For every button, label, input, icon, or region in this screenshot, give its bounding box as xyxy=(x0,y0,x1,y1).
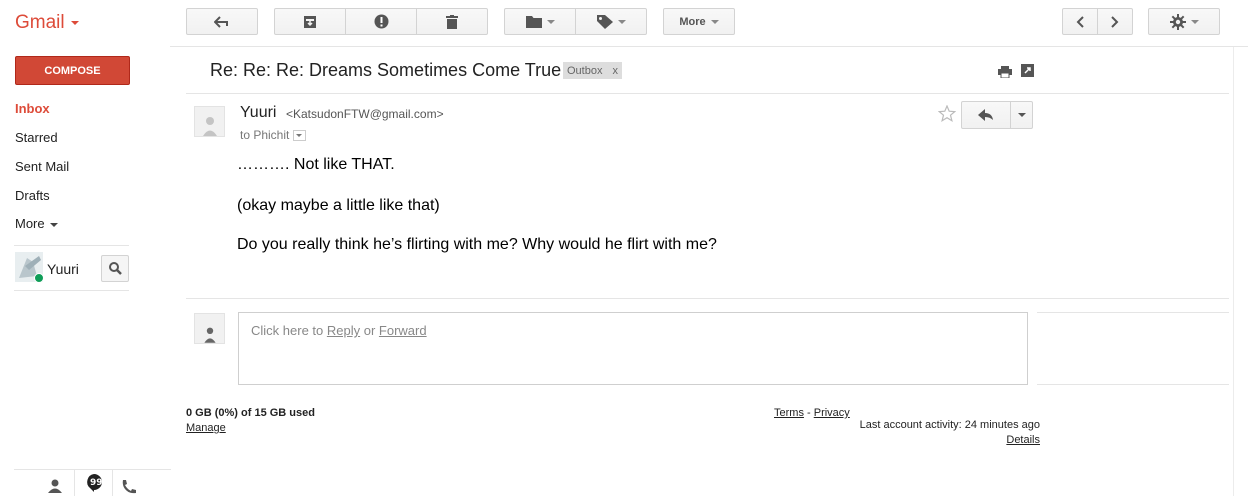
message-divider xyxy=(186,298,1229,299)
report-spam-icon xyxy=(374,14,388,29)
more-actions-button[interactable]: More xyxy=(663,8,735,35)
settings-button[interactable] xyxy=(1148,8,1220,35)
open-new-window-icon xyxy=(1021,64,1034,77)
star-button[interactable] xyxy=(937,104,957,127)
sidebar-divider xyxy=(14,245,129,246)
chevron-down-icon xyxy=(70,20,79,25)
storage-usage: 0 GB (0%) of 15 GB used xyxy=(186,407,315,419)
last-account-activity: Last account activity: 24 minutes ago xyxy=(859,419,1040,431)
phone-icon xyxy=(122,480,136,494)
subject-divider xyxy=(186,93,1229,94)
star-icon xyxy=(937,104,957,122)
back-button[interactable] xyxy=(186,8,258,35)
compose-button[interactable]: COMPOSE xyxy=(15,56,130,85)
my-avatar xyxy=(194,313,225,344)
older-button[interactable] xyxy=(1097,8,1133,35)
reply-area-divider xyxy=(1037,384,1229,385)
archive-button[interactable] xyxy=(274,8,346,35)
activity-details-link[interactable]: Details xyxy=(1006,434,1040,446)
terms-link[interactable]: Terms xyxy=(774,407,804,419)
gear-icon xyxy=(1169,13,1186,30)
chevron-right-icon xyxy=(1111,15,1119,28)
show-details-icon[interactable] xyxy=(293,130,307,142)
privacy-link[interactable]: Privacy xyxy=(814,407,850,419)
chevron-down-icon xyxy=(49,222,58,227)
new-window-button[interactable] xyxy=(1021,64,1034,82)
chevron-down-icon xyxy=(1017,113,1026,117)
manage-storage-link[interactable]: Manage xyxy=(186,422,226,434)
forward-link[interactable]: Forward xyxy=(379,323,427,338)
sidebar-item-drafts[interactable]: Drafts xyxy=(15,188,50,203)
chat-user-name[interactable]: Yuuri xyxy=(47,261,79,277)
toolbar-divider xyxy=(170,46,1248,47)
search-icon xyxy=(108,262,122,275)
person-icon xyxy=(202,117,217,136)
scrollbar[interactable] xyxy=(1233,47,1234,496)
remove-label-button[interactable]: x xyxy=(612,65,618,77)
svg-text:99: 99 xyxy=(90,478,102,488)
hangouts-tab[interactable]: 99 xyxy=(74,470,113,496)
message-body-line: (okay maybe a little like that) xyxy=(237,197,440,214)
label-name: Outbox xyxy=(567,64,603,77)
label-tag-icon xyxy=(596,14,613,29)
chevron-down-icon xyxy=(710,19,719,24)
chevron-down-icon xyxy=(1190,19,1199,24)
reply-compose-box[interactable]: Click here to Reply or Forward xyxy=(238,312,1028,385)
move-to-button[interactable] xyxy=(504,8,576,35)
gmail-logo-menu[interactable]: Gmail xyxy=(15,12,79,34)
reply-prompt-middle: or xyxy=(360,323,379,338)
sender-email: <KatsudonFTW@gmail.com> xyxy=(286,107,444,121)
sidebar-item-inbox[interactable]: Inbox xyxy=(15,101,50,116)
reply-link[interactable]: Reply xyxy=(327,323,360,338)
chevron-down-icon xyxy=(617,19,626,24)
contacts-tab[interactable] xyxy=(47,479,63,498)
sender-name[interactable]: Yuuri xyxy=(240,104,276,122)
print-icon xyxy=(998,66,1012,79)
message-body-line: Do you really think he’s flirting with m… xyxy=(237,236,717,253)
sidebar-item-starred[interactable]: Starred xyxy=(15,130,58,145)
reply-area-divider xyxy=(1037,312,1229,313)
chevron-down-icon xyxy=(546,19,555,24)
reply-arrow-icon xyxy=(978,109,993,121)
delete-button[interactable] xyxy=(416,8,488,35)
report-spam-button[interactable] xyxy=(345,8,417,35)
newer-button[interactable] xyxy=(1062,8,1098,35)
hangouts-quote-icon: 99 xyxy=(86,474,102,492)
reply-prompt-prefix: Click here to xyxy=(251,323,327,338)
trash-icon xyxy=(446,14,458,29)
print-all-button[interactable] xyxy=(998,65,1012,83)
legal-separator: - xyxy=(803,407,814,419)
recipient-line[interactable]: to Phichit xyxy=(240,128,307,142)
archive-icon xyxy=(304,15,316,28)
chat-user-avatar[interactable] xyxy=(15,252,44,283)
sidebar-item-sent-mail[interactable]: Sent Mail xyxy=(15,159,69,174)
sidebar-divider xyxy=(14,290,129,291)
reply-button[interactable] xyxy=(961,101,1011,129)
person-icon xyxy=(203,327,216,343)
message-body-line: ………. Not like THAT. xyxy=(237,156,395,173)
chat-search-button[interactable] xyxy=(101,255,129,282)
labels-button[interactable] xyxy=(575,8,647,35)
more-actions-label: More xyxy=(679,15,706,28)
outbox-label-chip: Outbox x xyxy=(563,62,622,79)
recipient-text: to Phichit xyxy=(240,128,290,142)
message-subject: Re: Re: Re: Dreams Sometimes Come True xyxy=(210,60,562,80)
avatar xyxy=(15,252,44,283)
phone-tab[interactable] xyxy=(121,479,137,500)
chevron-left-icon xyxy=(1076,15,1084,28)
sidebar-item-more-label: More xyxy=(15,216,45,231)
folder-icon xyxy=(525,16,542,28)
more-reply-options-button[interactable] xyxy=(1010,101,1033,129)
sidebar-item-more[interactable]: More xyxy=(15,216,58,231)
person-icon xyxy=(48,479,62,493)
back-arrow-icon xyxy=(214,15,228,28)
sender-avatar xyxy=(194,106,225,137)
gmail-logo: Gmail xyxy=(15,12,65,33)
legal-links: Terms - Privacy xyxy=(774,407,850,419)
